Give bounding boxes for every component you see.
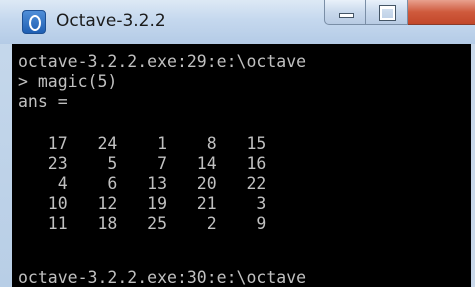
prompt-line: octave-3.2.2.exe:30:e:\octave — [18, 268, 307, 287]
octave-app-icon[interactable] — [22, 10, 46, 34]
minimize-button[interactable] — [324, 0, 366, 25]
matrix-row: 23 5 7 14 16 — [18, 154, 267, 173]
octave-console-window: Octave-3.2.2 octave-3.2.2.exe:29:e:\octa… — [0, 0, 475, 287]
window-frame-edge — [471, 44, 475, 287]
minimize-icon — [339, 13, 354, 18]
window-title: Octave-3.2.2 — [56, 11, 166, 31]
maximize-button[interactable] — [366, 0, 408, 25]
result-label: ans = — [18, 92, 68, 111]
matrix-row: 10 12 19 21 3 — [18, 194, 267, 213]
matrix-row: 11 18 25 2 9 — [18, 214, 267, 233]
matrix-row: 17 24 1 8 15 — [18, 134, 267, 153]
maximize-icon — [380, 6, 395, 20]
console-output[interactable]: octave-3.2.2.exe:29:e:\octave > magic(5)… — [12, 44, 475, 287]
close-button[interactable] — [408, 0, 475, 25]
command-line: > magic(5) — [18, 72, 118, 91]
prompt-line: octave-3.2.2.exe:29:e:\octave — [18, 52, 307, 71]
matrix-row: 4 6 13 20 22 — [18, 174, 267, 193]
title-bar[interactable]: Octave-3.2.2 — [0, 0, 475, 44]
window-controls — [324, 0, 475, 25]
